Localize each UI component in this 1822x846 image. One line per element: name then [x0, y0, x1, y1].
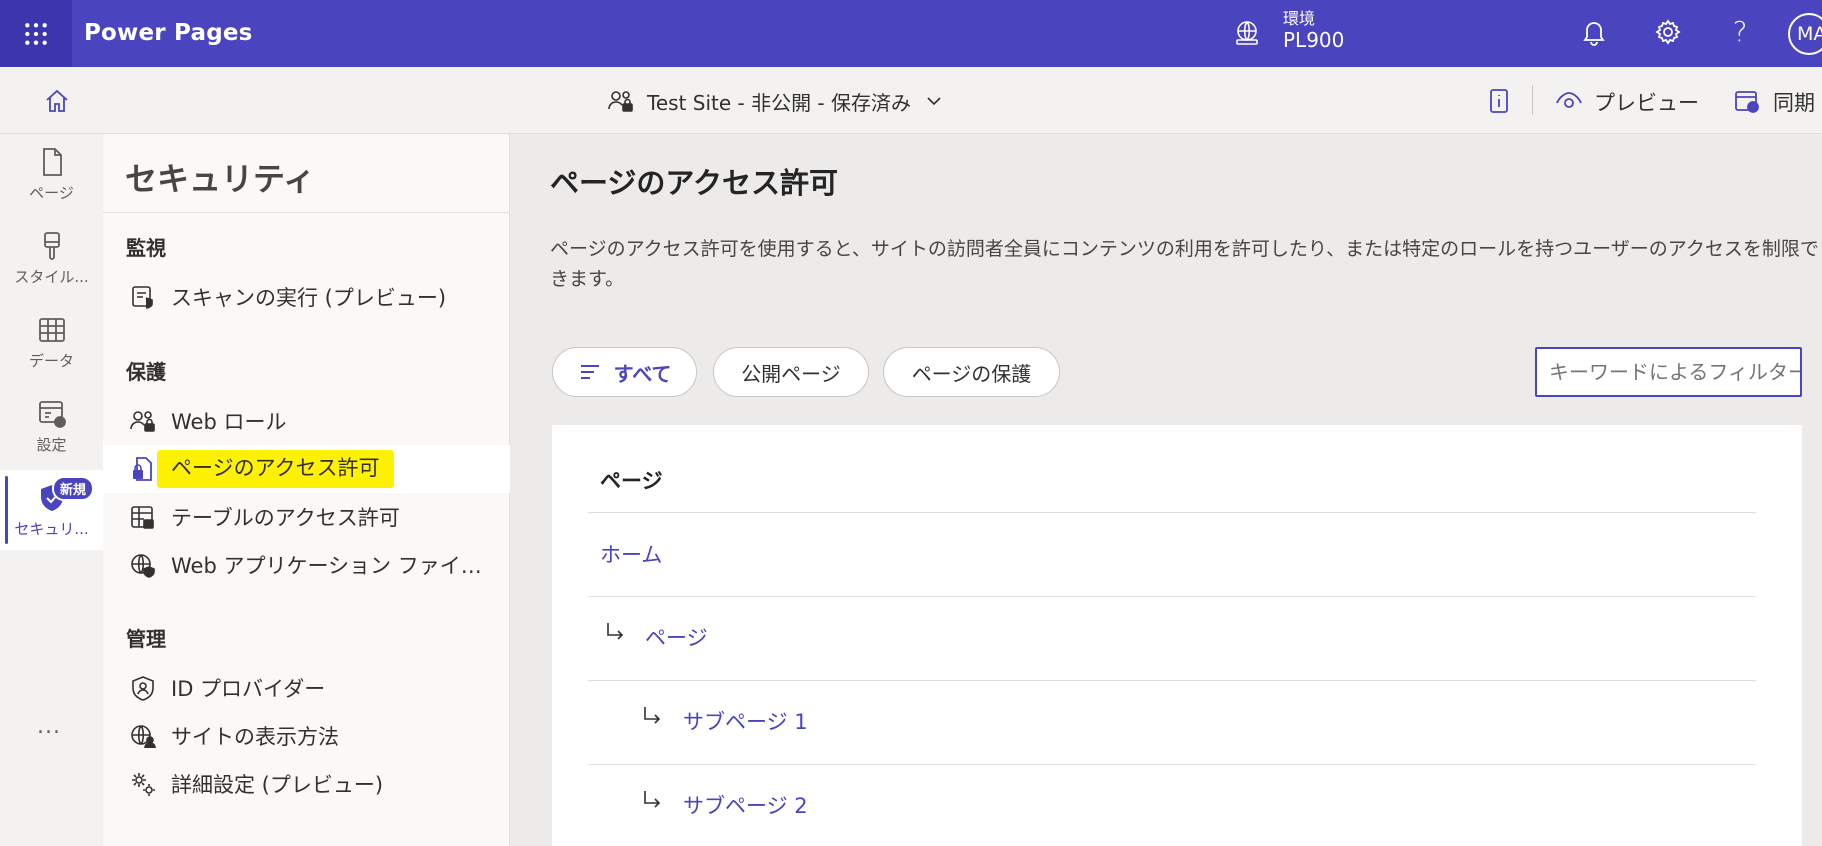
settings-icon — [38, 401, 66, 428]
filter-lines-icon — [580, 365, 599, 379]
top-bar: Power Pages 環境 PL900 ? MA — [0, 0, 1822, 67]
page-title: ページのアクセス許可 — [550, 166, 838, 200]
scan-icon — [132, 286, 153, 309]
pages-list-card: ページ ホーム ページ サブページ 1 サブページ 2 — [552, 425, 1802, 846]
gear-icon[interactable] — [1652, 16, 1684, 48]
row-divider — [588, 680, 1756, 681]
nav-item-advanced-settings[interactable]: 詳細設定 (プレビュー) — [103, 760, 510, 808]
child-arrow-icon — [644, 707, 661, 724]
divider — [1532, 85, 1533, 115]
site-users-icon — [608, 91, 633, 112]
advanced-settings-icon — [132, 773, 155, 796]
keyword-filter-input[interactable] — [1535, 347, 1802, 397]
nav-item-site-visibility[interactable]: サイトの表示方法 — [103, 712, 510, 760]
section-heading-manage: 管理 — [126, 627, 166, 651]
rail-item-data[interactable]: データ — [0, 302, 103, 382]
command-bar: Test Site - 非公開 - 保存済み プレビュー 同期 — [0, 67, 1822, 134]
nav-item-web-roles[interactable]: Web ロール — [103, 397, 510, 445]
rail-item-settings[interactable]: 設定 — [0, 386, 103, 466]
section-heading-protect: 保護 — [126, 360, 166, 384]
page-description: ページのアクセス許可を使用すると、サイトの訪問者全員にコンテンツの利用を許可した… — [550, 238, 1819, 290]
nav-item-table-permissions[interactable]: テーブルのアクセス許可 — [103, 493, 510, 541]
rail-item-styling[interactable]: スタイル... — [0, 218, 103, 298]
avatar[interactable]: MA — [1788, 13, 1822, 55]
nav-item-page-permissions[interactable]: ページのアクセス許可 — [103, 445, 510, 493]
page-row-subpage-1[interactable]: サブページ 1 — [683, 706, 808, 736]
filter-all-button[interactable]: すべて — [552, 347, 697, 397]
page-row-page[interactable]: ページ — [645, 622, 708, 652]
panel-title: セキュリティ — [125, 160, 316, 198]
row-divider — [588, 596, 1756, 597]
table-icon — [38, 318, 65, 342]
brush-icon — [43, 232, 60, 260]
child-arrow-icon — [607, 623, 624, 640]
more-icon[interactable]: ... — [37, 714, 61, 739]
child-arrow-icon — [644, 791, 661, 808]
help-icon[interactable]: ? — [1724, 16, 1756, 48]
security-panel: セキュリティ 監視 スキャンの実行 (プレビュー) 保護 Web ロール ページ… — [103, 134, 510, 846]
page-icon — [42, 148, 62, 176]
environment-value[interactable]: PL900 — [1283, 28, 1344, 52]
filter-public-pages-button[interactable]: 公開ページ — [713, 347, 869, 397]
sync-icon[interactable] — [1733, 87, 1761, 115]
column-header-page: ページ — [600, 469, 663, 493]
nav-item-identity-providers[interactable]: ID プロバイダー — [103, 664, 510, 712]
divider — [103, 212, 510, 213]
rail-item-pages[interactable]: ページ — [0, 134, 103, 214]
site-switcher[interactable]: Test Site - 非公開 - 保存済み — [607, 86, 943, 116]
filter-protected-pages-button[interactable]: ページの保護 — [883, 347, 1060, 397]
id-provider-icon — [132, 676, 154, 701]
rail-item-security[interactable]: セキュリ... 新規 — [0, 470, 103, 550]
preview-button[interactable]: プレビュー — [1594, 87, 1699, 117]
globe-person-icon — [131, 725, 156, 749]
left-rail: ページ スタイル... データ 設定 セキュリ... 新規 ... — [0, 134, 103, 846]
environment-label[interactable]: 環境 — [1283, 5, 1315, 29]
globe-shield-icon — [131, 554, 155, 578]
environment-icon[interactable] — [1232, 18, 1262, 48]
nav-item-web-app-firewall[interactable]: Web アプリケーション ファイア... — [103, 541, 510, 589]
main-content: ページのアクセス許可 ページのアクセス許可を使用すると、サイトの訪問者全員にコン… — [510, 134, 1822, 846]
page-row-home[interactable]: ホーム — [600, 539, 662, 569]
new-badge: 新規 — [52, 476, 95, 501]
chevron-down-icon — [927, 97, 941, 106]
page-row-subpage-2[interactable]: サブページ 2 — [683, 790, 808, 820]
info-icon[interactable] — [1485, 87, 1513, 115]
section-heading-monitor: 監視 — [126, 236, 166, 260]
app-title[interactable]: Power Pages — [84, 20, 253, 46]
site-status: Test Site - 非公開 - 保存済み — [647, 90, 912, 115]
eye-icon[interactable] — [1555, 87, 1583, 115]
nav-item-run-scan[interactable]: スキャンの実行 (プレビュー) — [103, 273, 510, 321]
home-icon[interactable] — [43, 87, 71, 115]
page-lock-icon — [133, 457, 152, 481]
row-divider — [588, 764, 1756, 765]
waffle-icon[interactable] — [0, 0, 72, 67]
sync-button[interactable]: 同期 — [1773, 87, 1815, 117]
row-divider — [588, 512, 1756, 513]
web-roles-icon — [130, 411, 155, 432]
table-lock-icon — [131, 506, 154, 529]
bell-icon[interactable] — [1578, 16, 1610, 48]
